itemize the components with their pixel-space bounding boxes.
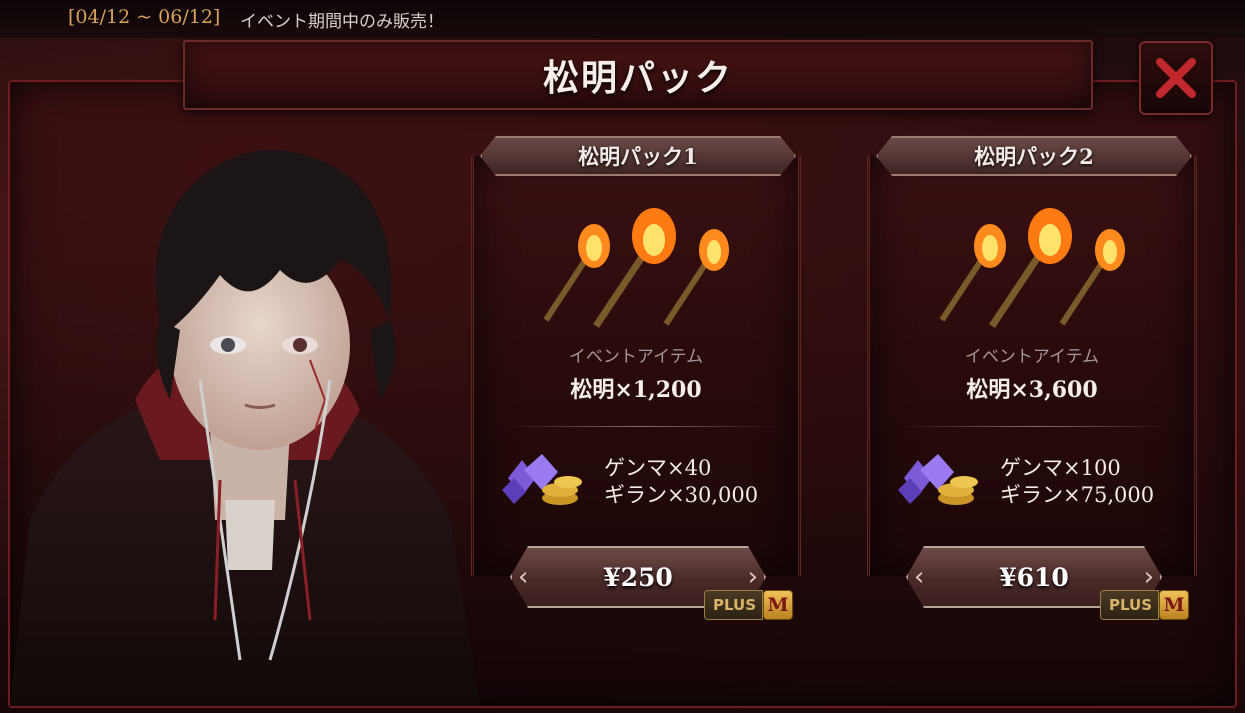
item-category-label: イベントアイテム bbox=[568, 347, 704, 367]
plus-m-badge: PLUS M bbox=[1100, 588, 1190, 622]
pack-card-header: 松明パック2 bbox=[876, 136, 1192, 176]
chevron-left-icon: ‹ bbox=[518, 562, 529, 592]
plus-m-badge: PLUS M bbox=[704, 588, 794, 622]
title-bar: 松明パック bbox=[183, 40, 1093, 110]
plus-label: PLUS bbox=[704, 590, 764, 620]
item-quantity: 松明×1,200 bbox=[570, 377, 702, 403]
price: ¥610 bbox=[999, 562, 1069, 592]
m-label: M bbox=[763, 590, 794, 620]
torch-icon bbox=[939, 208, 1125, 328]
price: ¥250 bbox=[603, 562, 673, 592]
close-button[interactable] bbox=[1139, 41, 1213, 115]
bonus-genma: ゲンマ×40 bbox=[604, 456, 712, 480]
bonus-genma: ゲンマ×100 bbox=[1000, 456, 1121, 480]
gem-coin-icon bbox=[898, 454, 978, 505]
m-label: M bbox=[1159, 590, 1190, 620]
sale-period-note: イベント期間中のみ販売！ bbox=[240, 12, 444, 32]
plus-label: PLUS bbox=[1100, 590, 1160, 620]
sale-period: [04/12 ~ 06/12] bbox=[68, 6, 221, 28]
character-illustration bbox=[10, 150, 480, 706]
pack-card-2: 松明パック2 イベントアイテム 松明×3,600 ゲンマ×100 ギラン×75,… bbox=[862, 136, 1202, 620]
pack-card-header: 松明パック1 bbox=[480, 136, 796, 176]
pack-name: 松明パック2 bbox=[974, 144, 1094, 169]
pack-name: 松明パック1 bbox=[578, 144, 698, 169]
close-icon bbox=[1156, 58, 1196, 98]
divider bbox=[900, 426, 1172, 427]
chevron-left-icon: ‹ bbox=[914, 562, 925, 592]
divider bbox=[504, 426, 776, 427]
page-title: 松明パック bbox=[542, 57, 733, 99]
bonus-giran: ギラン×75,000 bbox=[1000, 483, 1155, 507]
item-category-label: イベントアイテム bbox=[964, 347, 1100, 367]
bonus-giran: ギラン×30,000 bbox=[604, 483, 759, 507]
pack-card-1: 松明パック1 イベントアイテム 松明×1,200 ゲンマ×40 ギラン×30,0… bbox=[466, 136, 806, 620]
gem-coin-icon bbox=[502, 454, 582, 505]
top-banner: [04/12 ~ 06/12] イベント期間中のみ販売！ bbox=[0, 0, 1245, 38]
torch-icon bbox=[543, 208, 729, 328]
item-quantity: 松明×3,600 bbox=[966, 377, 1098, 403]
